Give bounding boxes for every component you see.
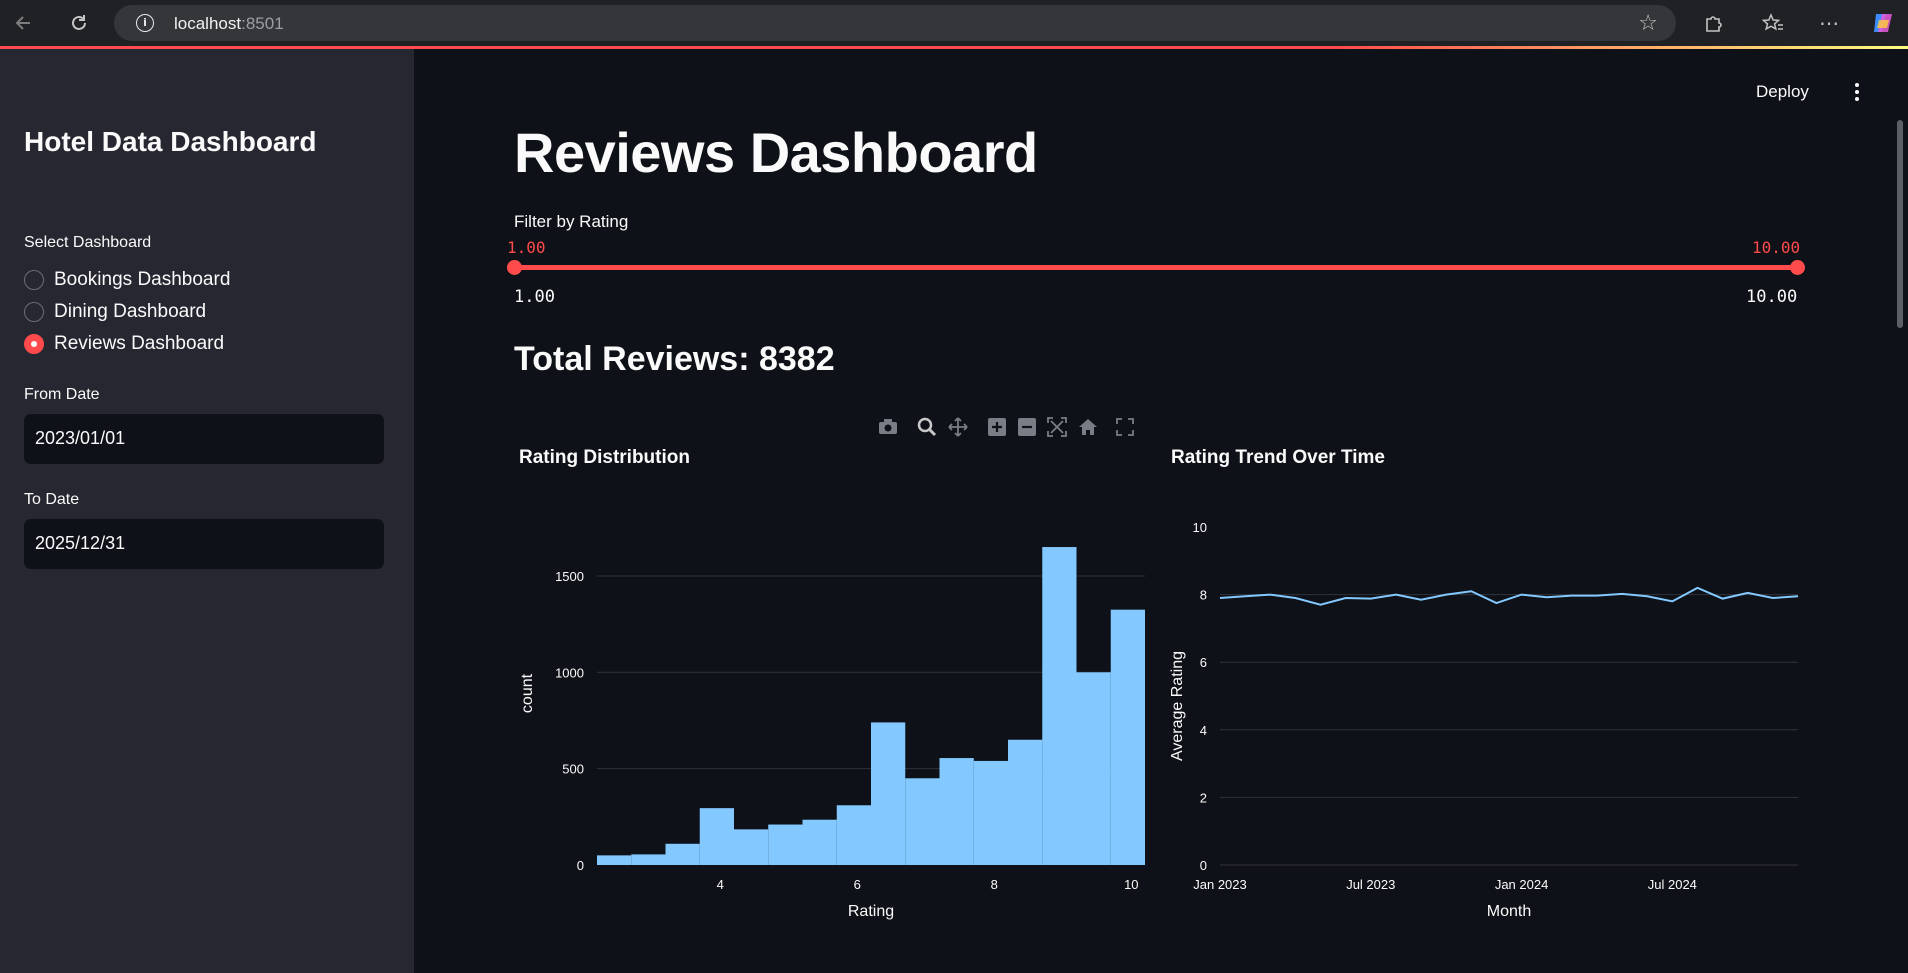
url-text: localhost:8501	[174, 14, 284, 33]
chart-title-distribution: Rating Distribution	[519, 447, 690, 468]
histogram-bar	[665, 843, 700, 865]
radio-option-bookings[interactable]: Bookings Dashboard	[24, 269, 230, 291]
x-tick-label: Jan 2023	[1193, 877, 1247, 892]
histogram-bar	[871, 722, 906, 865]
rating-trend-chart[interactable]: 0 2 4 6 8 10 Jan 2023 Jul 2023 Jan 2024 Jul 2024 M…	[1160, 470, 1810, 940]
slider-min-value: 1.00	[507, 238, 546, 257]
scrollbar-thumb[interactable]	[1897, 120, 1903, 328]
x-tick-label: Jan 2024	[1495, 877, 1549, 892]
slider-max-value: 10.00	[1752, 238, 1801, 257]
y-tick-label: 2	[1200, 790, 1207, 805]
favorites-icon[interactable]	[1758, 8, 1788, 38]
from-date-label: From Date	[24, 386, 100, 403]
x-axis-label: Rating	[848, 903, 894, 920]
y-tick-label: 0	[1200, 858, 1207, 873]
y-tick-label: 1500	[555, 569, 584, 584]
select-dashboard-label: Select Dashboard	[24, 234, 152, 251]
extensions-icon[interactable]	[1698, 8, 1728, 38]
more-options-icon[interactable]: ⋯	[1814, 8, 1844, 38]
histogram-bar	[939, 758, 974, 865]
radio-button[interactable]	[24, 270, 44, 290]
y-tick-label: 4	[1200, 723, 1207, 738]
pan-icon[interactable]	[947, 416, 969, 438]
radio-button-selected[interactable]	[24, 334, 44, 354]
page-title: Reviews Dashboard	[514, 121, 1038, 184]
y-tick-label: 6	[1200, 655, 1207, 670]
trend-line	[1219, 586, 1799, 606]
radio-option-dining[interactable]: Dining Dashboard	[24, 301, 206, 323]
x-tick-label: 8	[991, 877, 998, 892]
main-menu-icon[interactable]	[1850, 80, 1864, 104]
fullscreen-icon[interactable]	[1114, 416, 1136, 438]
histogram-bar	[631, 854, 666, 865]
copilot-icon[interactable]	[1868, 8, 1898, 38]
y-tick-label: 1000	[555, 665, 584, 680]
radio-button[interactable]	[24, 302, 44, 322]
y-tick-label: 8	[1200, 588, 1207, 603]
sidebar-title: Hotel Data Dashboard	[24, 126, 317, 157]
info-icon[interactable]: i	[136, 14, 154, 32]
deploy-button[interactable]: Deploy	[1756, 82, 1809, 102]
histogram-bar	[768, 824, 803, 865]
x-tick-label: Jul 2023	[1346, 877, 1395, 892]
rating-distribution-chart[interactable]: 0 500 1000 1500 4 6 8 10 Rating count	[514, 470, 1154, 940]
histogram-bar	[1008, 739, 1043, 865]
sidebar	[0, 49, 414, 973]
y-axis-label: count	[519, 673, 536, 713]
histogram-bar	[734, 829, 769, 865]
slider-max-tick: 10.00	[1746, 287, 1798, 307]
histogram-bar	[836, 805, 871, 865]
x-tick-label: 4	[717, 877, 724, 892]
address-bar[interactable]: i localhost:8501 ☆	[114, 5, 1676, 41]
histogram-bar	[905, 778, 940, 865]
y-tick-label: 0	[577, 858, 584, 873]
zoom-out-icon[interactable]	[1016, 416, 1038, 438]
histogram-bar	[699, 808, 734, 865]
back-arrow-icon[interactable]	[8, 8, 38, 38]
slider-min-thumb[interactable]	[507, 260, 522, 275]
radio-label: Bookings Dashboard	[54, 269, 231, 290]
histogram-bar	[1076, 672, 1111, 865]
x-tick-label: 10	[1124, 877, 1138, 892]
y-tick-label: 500	[562, 762, 584, 777]
to-date-input[interactable]: 2025/12/31	[24, 519, 384, 569]
slider-min-tick: 1.00	[514, 287, 555, 307]
x-axis-label: Month	[1487, 903, 1531, 920]
histogram-bar	[1110, 609, 1145, 865]
total-reviews: Total Reviews: 8382	[514, 340, 835, 378]
histogram-bar	[1042, 547, 1077, 865]
chart-title-trend: Rating Trend Over Time	[1171, 447, 1385, 468]
filter-label: Filter by Rating	[514, 212, 629, 231]
x-tick-label: 6	[854, 877, 861, 892]
histogram-bar	[802, 819, 837, 865]
radio-label: Reviews Dashboard	[54, 333, 225, 354]
autoscale-icon[interactable]	[1046, 416, 1068, 438]
radio-label: Dining Dashboard	[54, 301, 207, 322]
from-date-input[interactable]: 2023/01/01	[24, 414, 384, 464]
slider-track[interactable]	[514, 265, 1798, 270]
x-tick-label: Jul 2024	[1648, 877, 1697, 892]
reload-icon[interactable]	[64, 8, 94, 38]
histogram-bar	[597, 855, 632, 865]
star-icon[interactable]: ☆	[1638, 11, 1658, 36]
camera-icon[interactable]	[877, 416, 899, 438]
y-tick-label: 10	[1193, 520, 1207, 535]
histogram-bar	[973, 760, 1008, 865]
zoom-in-icon[interactable]	[986, 416, 1008, 438]
y-axis-label: Average Rating	[1169, 651, 1186, 761]
browser-toolbar: i localhost:8501 ☆ ⋯	[0, 0, 1908, 46]
radio-option-reviews[interactable]: Reviews Dashboard	[24, 333, 224, 355]
zoom-icon[interactable]	[916, 416, 938, 438]
slider-max-thumb[interactable]	[1790, 260, 1805, 275]
to-date-label: To Date	[24, 491, 80, 508]
reset-axes-icon[interactable]	[1077, 416, 1099, 438]
